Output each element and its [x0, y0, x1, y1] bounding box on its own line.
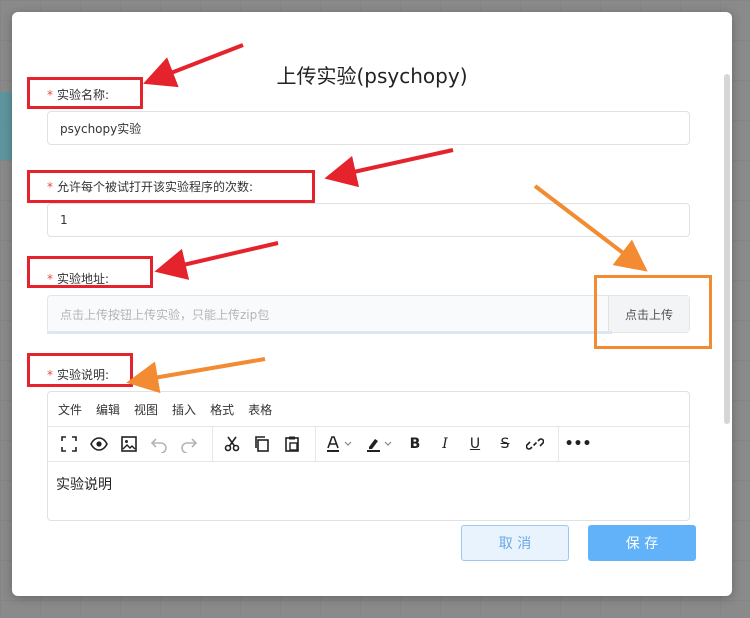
background-partial-text-right [732, 38, 750, 56]
paste-icon[interactable] [279, 431, 305, 457]
underline-icon[interactable]: U [462, 431, 488, 457]
menu-file[interactable]: 文件 [58, 401, 82, 418]
required-mark: * [47, 272, 53, 286]
undo-icon[interactable] [146, 431, 172, 457]
open-times-label: * 允许每个被试打开该实验程序的次数: [47, 178, 253, 195]
editor-toolbar: B I U S ••• [48, 426, 689, 462]
menu-edit[interactable]: 编辑 [96, 401, 120, 418]
experiment-name-value: psychopy实验 [60, 121, 142, 136]
more-icon[interactable]: ••• [565, 431, 592, 457]
menu-format[interactable]: 格式 [210, 401, 234, 418]
experiment-description-label-text: 实验说明: [57, 368, 110, 382]
required-mark: * [47, 180, 53, 194]
text-color-icon[interactable] [322, 431, 358, 457]
experiment-address-input[interactable]: 点击上传按钮上传实验，只能上传zip包 [48, 296, 608, 332]
upload-experiment-dialog: 上传实验(psychopy) * 实验名称: psychopy实验 * 允许每个被试… [12, 12, 732, 596]
fullscreen-icon[interactable] [56, 431, 82, 457]
toolbar-separator [212, 427, 213, 461]
experiment-address-field: 点击上传按钮上传实验，只能上传zip包 点击上传 [47, 295, 690, 333]
dialog-title: 上传实验(psychopy) [276, 64, 468, 88]
open-times-label-text: 允许每个被试打开该实验程序的次数: [57, 180, 254, 194]
experiment-address-label: * 实验地址: [47, 270, 109, 287]
background-partial-text [0, 38, 10, 56]
preview-icon[interactable] [86, 431, 112, 457]
experiment-name-label: * 实验名称: [47, 86, 109, 103]
upload-button[interactable]: 点击上传 [608, 296, 689, 332]
menu-table[interactable]: 表格 [248, 401, 272, 418]
strikethrough-icon[interactable]: S [492, 431, 518, 457]
upload-progress-track [47, 331, 612, 334]
redo-icon[interactable] [176, 431, 202, 457]
required-mark: * [47, 368, 53, 382]
background-teal-panel [0, 92, 12, 160]
rich-text-editor: 文件 编辑 视图 插入 格式 表格 B I U S ••• 实验说明 [47, 391, 690, 521]
italic-icon[interactable]: I [432, 431, 458, 457]
experiment-address-label-text: 实验地址: [57, 272, 110, 286]
menu-insert[interactable]: 插入 [172, 401, 196, 418]
save-button[interactable]: 保 存 [588, 525, 696, 561]
experiment-description-label: * 实验说明: [47, 366, 109, 383]
open-times-value: 1 [60, 213, 68, 227]
experiment-name-label-text: 实验名称: [57, 88, 110, 102]
highlight-color-icon[interactable] [362, 431, 398, 457]
image-icon[interactable] [116, 431, 142, 457]
required-mark: * [47, 88, 53, 102]
dialog-scrollbar[interactable] [724, 74, 730, 424]
experiment-name-input[interactable]: psychopy实验 [47, 111, 690, 145]
cancel-button[interactable]: 取 消 [461, 525, 569, 561]
editor-menubar: 文件 编辑 视图 插入 格式 表格 [48, 392, 689, 426]
open-times-input[interactable]: 1 [47, 203, 690, 237]
experiment-address-placeholder: 点击上传按钮上传实验，只能上传zip包 [60, 307, 270, 322]
toolbar-separator [558, 427, 559, 461]
bold-icon[interactable]: B [402, 431, 428, 457]
editor-content[interactable]: 实验说明 [48, 462, 689, 506]
link-icon[interactable] [522, 431, 548, 457]
toolbar-separator [315, 427, 316, 461]
copy-icon[interactable] [249, 431, 275, 457]
cut-icon[interactable] [219, 431, 245, 457]
menu-view[interactable]: 视图 [134, 401, 158, 418]
